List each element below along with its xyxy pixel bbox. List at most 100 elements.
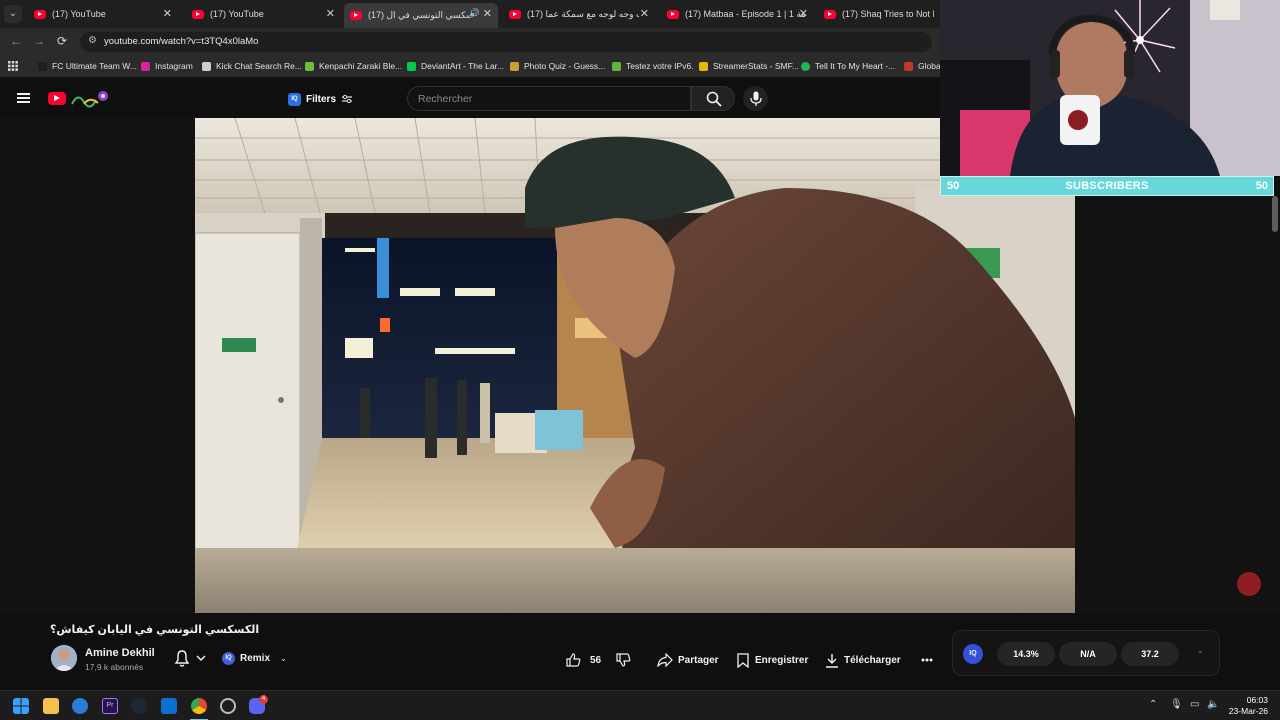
instagram-icon [141, 61, 150, 71]
premiere-pro-icon[interactable]: Pr [102, 698, 118, 714]
sliders-icon [342, 94, 353, 104]
bookmark-item[interactable]: Photo Quiz - Guess... [510, 61, 605, 71]
subscriber-count: 17,9 k abonnés [85, 662, 144, 672]
chrome-icon[interactable] [191, 698, 207, 714]
iq-stat-percent: 14.3% [997, 642, 1055, 666]
apps-grid-icon[interactable] [8, 61, 18, 71]
notification-bell-button[interactable] [168, 647, 212, 669]
bookmark-favicon-icon [904, 61, 913, 71]
subscriber-goal-bar: 50 SUBSCRIBERS 50 [940, 176, 1274, 196]
search-input[interactable]: Rechercher [407, 86, 691, 111]
taskbar-clock-date[interactable]: 23-Mar-26 [1229, 706, 1268, 716]
tab-audio-icon[interactable]: 🔊 [469, 8, 480, 19]
channel-name[interactable]: Amine Dekhil [85, 647, 155, 659]
browser-tab[interactable]: (17) YouTube ✕ [186, 3, 341, 25]
tab-close-icon[interactable]: ✕ [326, 7, 335, 20]
remix-button[interactable]: IQ Remix ⌄ [222, 648, 287, 668]
notification-badge: 4 [259, 695, 268, 704]
tray-chevron-up-icon[interactable]: ⌃ [1149, 699, 1157, 710]
bookmark-label: Instagram [155, 61, 193, 71]
bookmark-item[interactable]: Instagram [141, 61, 193, 71]
browser-tab[interactable]: (17) Shaq Tries to Not Make [818, 3, 940, 25]
like-button[interactable]: 56 [566, 653, 601, 667]
left-letterbox [0, 118, 195, 613]
youtube-favicon-icon [34, 9, 46, 19]
dislike-button[interactable] [616, 653, 636, 670]
bookmark-favicon-icon [38, 61, 47, 71]
iq-badge-icon: IQ [288, 92, 301, 106]
share-button[interactable]: Partager [652, 648, 722, 672]
youtube-doodle-logo[interactable] [70, 88, 110, 108]
bookmark-item[interactable]: FC Ultimate Team W... [38, 61, 137, 71]
windows-start-icon[interactable] [13, 698, 29, 714]
save-button[interactable]: Enregistrer [732, 648, 812, 672]
browser-tab[interactable]: (17) Matbaa - Episode 1 | الحلقة 1 ✕ [661, 3, 814, 25]
tab-close-icon[interactable]: ✕ [163, 7, 172, 20]
page-scrollbar[interactable] [1272, 196, 1278, 232]
reload-icon[interactable]: ⟳ [57, 34, 67, 48]
video-metadata-section: الكسكسي التونسي في اليابان كيفاش؟ Amine … [0, 613, 1280, 690]
youtube-logo-icon[interactable] [48, 92, 66, 105]
url-field[interactable]: ⚙ youtube.com/watch?v=t3TQ4x0laMo [80, 32, 932, 52]
bar-chart-icon [699, 61, 708, 71]
chevron-down-icon: ⌄ [280, 653, 287, 663]
bookmark-label: FC Ultimate Team W... [52, 61, 137, 71]
thumbs-down-icon [616, 653, 631, 667]
tab-close-icon[interactable]: ✕ [483, 7, 492, 20]
bookmark-item[interactable]: DeviantArt - The Lar... [407, 61, 504, 71]
filters-button[interactable]: IQ Filters [288, 89, 353, 109]
bookmarks-bar: FC Ultimate Team W... Instagram Kick Cha… [0, 56, 941, 78]
channel-avatar-image [51, 645, 77, 671]
remix-label: Remix [240, 652, 271, 664]
browser-tab[interactable]: (17) كنت وجه لوجه مع سمكة عما ✕ [503, 3, 655, 25]
bell-icon [174, 650, 190, 667]
search-button[interactable] [691, 86, 735, 111]
taskbar-clock-time[interactable]: 06:03 [1247, 695, 1268, 705]
volume-icon[interactable]: 🔈 [1207, 699, 1219, 710]
bookmark-item[interactable]: Tell It To My Heart -... [801, 61, 895, 71]
microphone-tray-icon[interactable]: 🎙 [1170, 699, 1183, 710]
site-info-icon[interactable]: ⚙ [88, 35, 97, 46]
hamburger-menu-icon[interactable] [17, 93, 30, 103]
obs-icon[interactable] [220, 698, 236, 714]
bookmark-label: Globa [918, 61, 941, 71]
bookmark-favicon-icon [305, 61, 314, 71]
windows-taskbar: Pr 4 ⌃ 🎙 ▭ 🔈 06:03 23-Mar-26 [0, 690, 1280, 720]
network-icon[interactable]: ▭ [1190, 699, 1199, 710]
bookmark-item[interactable]: Testez votre IPv6. [612, 61, 694, 71]
floating-avatar-icon[interactable] [1237, 572, 1261, 596]
tab-label: (17) YouTube [52, 9, 106, 19]
file-explorer-icon[interactable] [43, 698, 59, 714]
channel-avatar[interactable] [51, 645, 77, 671]
voice-search-button[interactable] [743, 86, 768, 111]
youtube-favicon-icon [509, 9, 521, 19]
more-actions-button[interactable] [915, 648, 939, 672]
url-text[interactable]: youtube.com/watch?v=t3TQ4x0laMo [104, 36, 258, 47]
youtube-favicon-icon [824, 9, 836, 19]
steam-icon[interactable] [131, 698, 147, 714]
search-placeholder: Rechercher [418, 93, 473, 105]
tab-close-icon[interactable]: ✕ [799, 7, 808, 20]
bookmark-item[interactable]: StreamerStats - SMF... [699, 61, 799, 71]
bookmark-item[interactable]: Globa [904, 61, 941, 71]
forward-arrow-icon[interactable]: → [33, 34, 45, 48]
back-arrow-icon[interactable]: ← [10, 34, 22, 48]
tab-label: (17) Shaq Tries to Not Make [842, 9, 934, 19]
chevron-down-icon[interactable]: ⌄ [1197, 646, 1204, 655]
like-dislike-group: 56 [560, 648, 640, 672]
address-bar-row: ← → ⟳ ⚙ youtube.com/watch?v=t3TQ4x0laMo [0, 28, 940, 56]
app-store-icon[interactable] [161, 698, 177, 714]
youtube-favicon-icon [667, 9, 679, 19]
tab-close-icon[interactable]: ✕ [640, 7, 649, 20]
bookmark-item[interactable]: Kick Chat Search Re... [202, 61, 302, 71]
tab-list-chevron-icon[interactable]: ⌄ [4, 5, 22, 23]
share-arrow-icon [657, 653, 673, 667]
bookmark-item[interactable]: Kenpachi Zaraki Ble... [305, 61, 402, 71]
browser-tab-active[interactable]: (17) الكسكسي التونسي في ال 🔊 ✕ [344, 3, 498, 28]
browser-tab[interactable]: (17) YouTube ✕ [28, 3, 178, 25]
download-button[interactable]: Télécharger [821, 648, 905, 672]
right-letterbox [1075, 196, 1280, 613]
iq-stats-panel: IQ 14.3% N/A 37.2 ⌄ [952, 630, 1220, 676]
mail-icon[interactable] [72, 698, 88, 714]
bookmark-label: Photo Quiz - Guess... [524, 61, 606, 71]
